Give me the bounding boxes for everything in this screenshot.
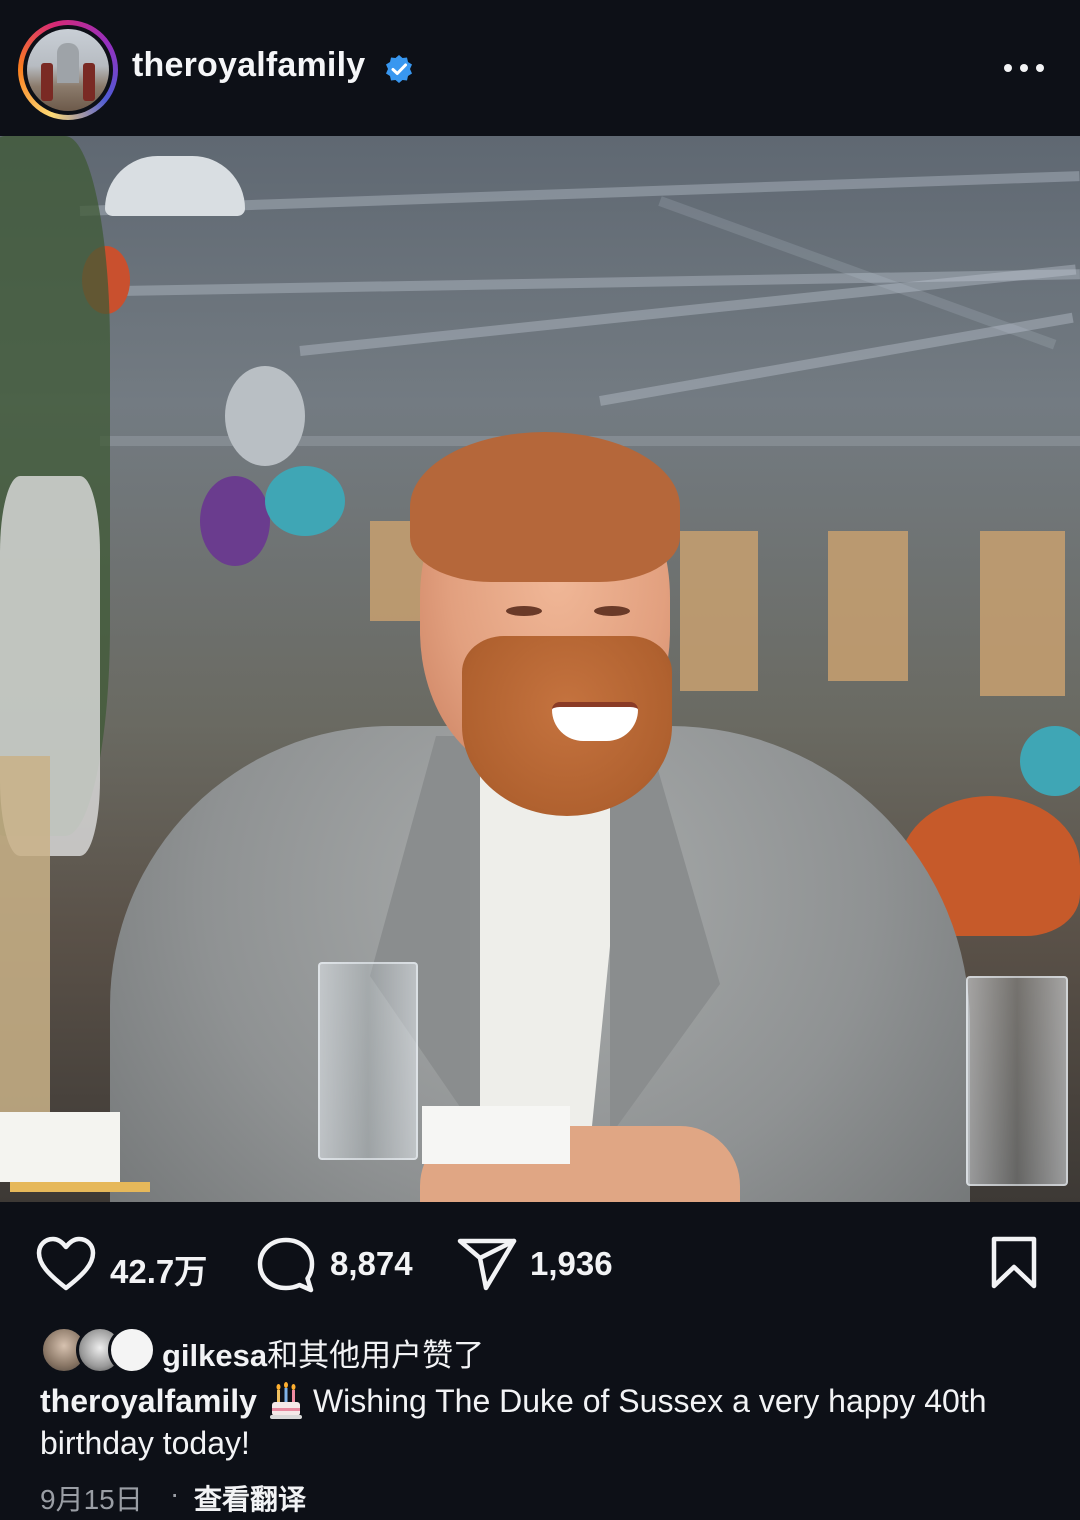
likes-count: 42.7万: [110, 1253, 208, 1290]
paper-plane-icon[interactable]: [456, 1236, 518, 1292]
post-header: theroyalfamily: [0, 0, 1080, 136]
post-photo[interactable]: [0, 136, 1080, 1202]
liked-by-text: gilkesa和其他用户赞了: [162, 1330, 484, 1375]
caption-username[interactable]: theroyalfamily: [40, 1383, 257, 1419]
heart-icon[interactable]: [36, 1236, 96, 1292]
see-translation-link[interactable]: 查看翻译: [194, 1478, 306, 1518]
bookmark-icon[interactable]: [990, 1236, 1038, 1290]
avatar-image: [27, 29, 109, 111]
birthday-cake-icon: [269, 1382, 302, 1419]
more-options-button[interactable]: [1000, 50, 1050, 86]
comments-count: 8,874: [330, 1245, 413, 1282]
post-caption: theroyalfamily Wishing The Duke of Susse…: [40, 1380, 1050, 1464]
liked-by-user[interactable]: gilkesa: [162, 1338, 267, 1373]
liked-by-suffix: 和其他用户赞了: [267, 1338, 485, 1373]
footer-separator: ·: [170, 1478, 180, 1509]
post-date: 9月15日: [40, 1484, 143, 1515]
liker-avatar-3[interactable]: [108, 1326, 156, 1374]
verified-badge-icon: [386, 55, 412, 83]
shares-count: 1,936: [530, 1245, 613, 1282]
post-username[interactable]: theroyalfamily: [132, 46, 365, 85]
profile-avatar[interactable]: [18, 20, 118, 120]
comment-bubble-icon[interactable]: [256, 1236, 316, 1294]
